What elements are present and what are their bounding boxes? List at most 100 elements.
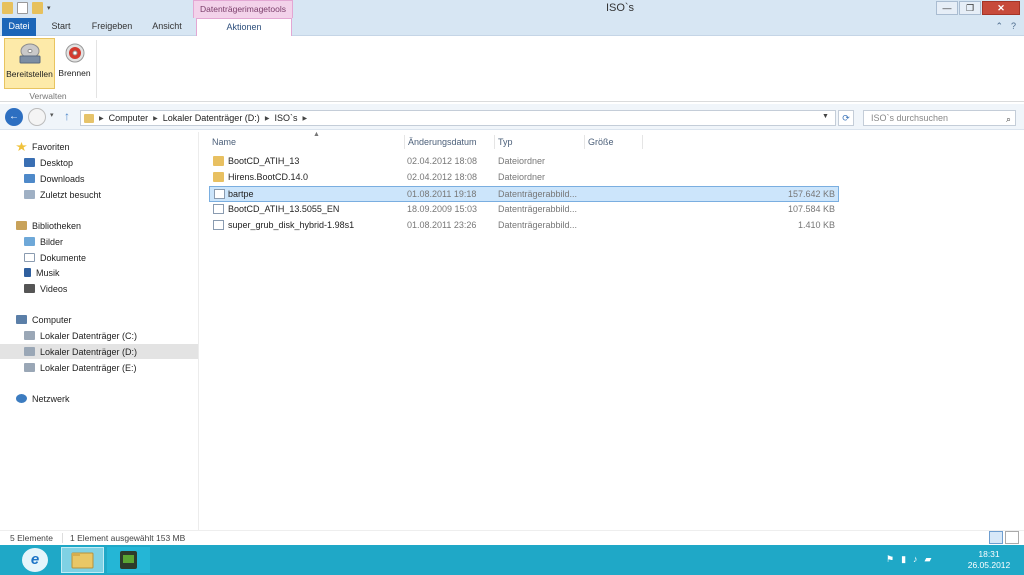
- computer-icon: [16, 315, 27, 324]
- tab-share[interactable]: Freigeben: [86, 18, 138, 36]
- nav-drive-e[interactable]: Lokaler Datenträger (E:): [0, 360, 198, 375]
- folder-icon: [213, 156, 224, 166]
- iso-file-icon: [213, 220, 224, 230]
- search-input[interactable]: ISO`s durchsuchen ⌕: [863, 110, 1016, 126]
- nav-drive-c[interactable]: Lokaler Datenträger (C:): [0, 328, 198, 343]
- customize-qat-icon[interactable]: ▾: [47, 4, 51, 12]
- nav-drive-d[interactable]: Lokaler Datenträger (D:): [0, 344, 198, 359]
- ribbon: Bereitstellen Brennen Verwalten: [0, 36, 1024, 102]
- window-title: ISO`s: [605, 2, 635, 14]
- drive-icon: [24, 363, 35, 372]
- crumb-separator-icon[interactable]: ▶: [302, 115, 307, 122]
- forward-button[interactable]: [28, 108, 46, 126]
- address-bar[interactable]: ▶ Computer ▶ Lokaler Datenträger (D:) ▶ …: [80, 110, 836, 126]
- mount-button[interactable]: Bereitstellen: [4, 38, 55, 89]
- iso-file-icon: [214, 189, 225, 199]
- file-date: 02.04.2012 18:08: [407, 156, 478, 166]
- search-icon[interactable]: ⌕: [1006, 112, 1011, 126]
- large-icons-view-button[interactable]: [1005, 531, 1019, 544]
- column-name[interactable]: Name: [209, 135, 405, 149]
- nav-pictures[interactable]: Bilder: [0, 234, 198, 249]
- mount-label: Bereitstellen: [6, 69, 53, 79]
- folder-icon[interactable]: [2, 2, 13, 14]
- folder-icon: [71, 552, 94, 569]
- nav-network[interactable]: Netzwerk: [0, 391, 198, 406]
- libraries-icon: [16, 221, 27, 230]
- minimize-button[interactable]: —: [936, 1, 958, 15]
- address-dropdown-icon[interactable]: ▼: [822, 113, 829, 120]
- nav-documents[interactable]: Dokumente: [0, 250, 198, 265]
- breadcrumb-computer[interactable]: Computer: [109, 113, 149, 123]
- file-name: super_grub_disk_hybrid-1.98s1: [228, 220, 355, 230]
- details-view-button[interactable]: [989, 531, 1003, 544]
- network-icon[interactable]: ▰: [925, 554, 932, 565]
- nav-music[interactable]: Musik: [0, 265, 198, 280]
- nav-videos[interactable]: Videos: [0, 281, 198, 296]
- file-type: Dateiordner: [498, 172, 546, 182]
- column-date[interactable]: Änderungsdatum: [405, 135, 495, 149]
- burn-label: Brennen: [58, 68, 91, 78]
- application-icon: [120, 551, 137, 569]
- column-size[interactable]: Größe: [585, 135, 643, 149]
- ribbon-tabs: Datei Start Freigeben Ansicht Aktionen ⌃…: [0, 18, 1024, 36]
- table-row[interactable]: Hirens.BootCD.14.0 02.04.2012 18:08 Date…: [209, 170, 839, 186]
- internet-explorer-icon[interactable]: e: [22, 548, 48, 572]
- clock[interactable]: 18:31 26.05.2012: [958, 549, 1020, 571]
- column-type[interactable]: Typ: [495, 135, 585, 149]
- recent-locations-icon[interactable]: ▾: [50, 111, 54, 119]
- burn-disc-icon: [65, 43, 84, 63]
- taskbar: e ⚑ ▮ ♪ ▰ 18:31 26.05.2012: [0, 545, 1024, 575]
- tab-actions[interactable]: Aktionen: [196, 18, 292, 36]
- quick-access-toolbar: ▾: [2, 2, 51, 14]
- up-button[interactable]: ↑: [64, 109, 70, 123]
- tab-view[interactable]: Ansicht: [145, 18, 189, 36]
- file-date: 18.09.2009 15:03: [407, 204, 478, 214]
- collapse-ribbon-icon[interactable]: ⌃: [995, 21, 1003, 32]
- help-icon[interactable]: ?: [1011, 21, 1016, 32]
- flag-icon[interactable]: ⚑: [886, 554, 894, 565]
- crumb-separator-icon[interactable]: ▶: [153, 115, 158, 122]
- breadcrumb-isos[interactable]: ISO`s: [274, 113, 297, 123]
- window-controls: — ❐ ✕: [936, 1, 1020, 15]
- folder-icon: [84, 113, 94, 123]
- maximize-button[interactable]: ❐: [959, 1, 981, 15]
- properties-icon[interactable]: [17, 2, 28, 14]
- item-count: 5 Elemente: [10, 533, 53, 543]
- signal-icon[interactable]: ▮: [901, 554, 906, 565]
- crumb-separator-icon[interactable]: ▶: [265, 115, 270, 122]
- file-type: Datenträgerabbild...: [498, 220, 578, 230]
- table-row-selected[interactable]: bartpe 01.08.2011 19:18 Datenträgerabbil…: [209, 186, 839, 202]
- nav-desktop[interactable]: Desktop: [0, 155, 198, 170]
- nav-libraries[interactable]: Bibliotheken: [0, 218, 198, 233]
- table-row[interactable]: BootCD_ATIH_13 02.04.2012 18:08 Dateiord…: [209, 154, 839, 170]
- tab-file[interactable]: Datei: [2, 18, 36, 36]
- music-icon: [24, 268, 31, 277]
- refresh-button[interactable]: ⟳: [838, 110, 854, 126]
- back-button[interactable]: ←: [5, 108, 23, 126]
- new-folder-icon[interactable]: [32, 2, 43, 14]
- context-tab-group: Datenträgerimagetools: [193, 0, 293, 18]
- nav-favorites[interactable]: Favoriten: [0, 139, 198, 154]
- file-size: 157.642 KB: [787, 189, 835, 199]
- crumb-separator-icon[interactable]: ▶: [99, 115, 104, 122]
- tab-start[interactable]: Start: [44, 18, 78, 36]
- table-row[interactable]: BootCD_ATIH_13.5055_EN 18.09.2009 15:03 …: [209, 202, 839, 218]
- file-date: 01.08.2011 19:18: [407, 189, 477, 199]
- nav-computer[interactable]: Computer: [0, 312, 198, 327]
- search-placeholder: ISO`s durchsuchen: [871, 113, 949, 123]
- pictures-icon: [24, 237, 35, 246]
- navigation-bar: ← ▾ ↑ ▶ Computer ▶ Lokaler Datenträger (…: [0, 104, 1024, 130]
- breadcrumb-drive-d[interactable]: Lokaler Datenträger (D:): [163, 113, 260, 123]
- close-button[interactable]: ✕: [982, 1, 1020, 15]
- table-row[interactable]: super_grub_disk_hybrid-1.98s1 01.08.2011…: [209, 218, 839, 234]
- nav-downloads[interactable]: Downloads: [0, 171, 198, 186]
- taskbar-app-button[interactable]: [107, 547, 150, 573]
- desktop-icon: [24, 158, 35, 167]
- speaker-icon[interactable]: ♪: [913, 554, 918, 565]
- taskbar-explorer-button[interactable]: [61, 547, 104, 573]
- view-switcher: [989, 531, 1019, 544]
- ribbon-group-divider: [96, 40, 97, 98]
- nav-recent[interactable]: Zuletzt besucht: [0, 187, 198, 202]
- burn-button[interactable]: Brennen: [57, 38, 92, 89]
- file-size: 1.410 KB: [797, 220, 835, 230]
